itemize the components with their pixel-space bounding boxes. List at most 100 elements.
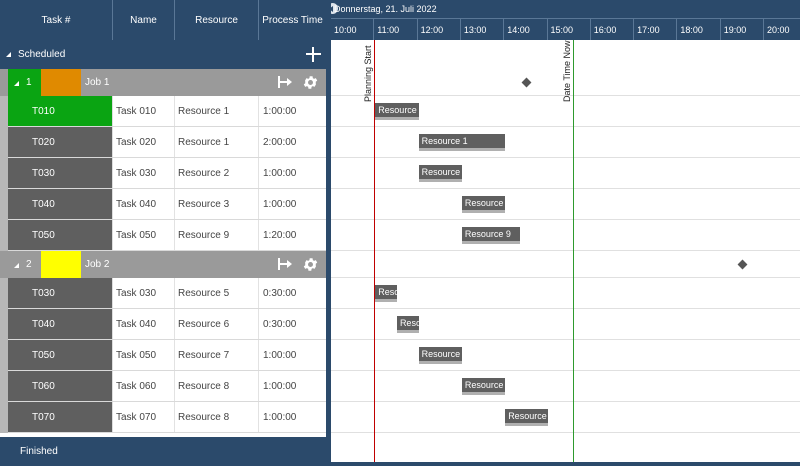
date-time-now-label: Date Time Now (562, 40, 572, 102)
gantt-row-line (331, 157, 800, 158)
task-id-cell[interactable]: T010 (8, 96, 113, 126)
task-id-cell[interactable]: T050 (8, 220, 113, 250)
task-id: T050 (32, 230, 55, 241)
task-resource: Resource 6 (178, 319, 230, 330)
task-bar[interactable]: Resource 5 (375, 285, 397, 302)
column-header-task[interactable]: Task # (0, 0, 113, 40)
job-number-cell: 1 (8, 69, 41, 96)
arrow-right-to-bar-icon[interactable] (277, 257, 293, 271)
hour-label: 12:00 (420, 25, 444, 35)
task-resource: Resource 5 (178, 288, 230, 299)
task-id-cell[interactable]: T070 (8, 402, 113, 432)
gear-icon[interactable] (302, 74, 319, 91)
task-row[interactable]: T040 Task 040 Resource 6 0:30:00 (8, 309, 326, 340)
task-row[interactable]: T050 Task 050 Resource 9 1:20:00 (8, 220, 326, 251)
task-id-cell[interactable]: T030 (8, 278, 113, 308)
task-id-cell[interactable]: T060 (8, 371, 113, 401)
cell-separator (174, 371, 175, 401)
task-bar[interactable]: Resource 8 (461, 378, 506, 395)
task-row[interactable]: T070 Task 070 Resource 8 1:00:00 (8, 402, 326, 433)
job-milestone-diamond[interactable] (521, 77, 532, 88)
task-row[interactable]: T060 Task 060 Resource 8 1:00:00 (8, 371, 326, 402)
task-resource: Resource 2 (178, 168, 230, 179)
task-bar[interactable]: Resource 1 (375, 103, 419, 120)
task-name: Task 020 (116, 137, 157, 148)
task-id-cell[interactable]: T030 (8, 158, 113, 188)
gantt-date-label: Donnerstag, 21. Juli 2022 (334, 4, 437, 14)
task-row[interactable]: T030 Task 030 Resource 2 1:00:00 (8, 158, 326, 189)
cell-separator (174, 309, 175, 339)
column-header-name[interactable]: Name (113, 0, 175, 40)
job-row[interactable]: 1 Job 1 (0, 69, 326, 96)
task-process-time: 1:00:00 (263, 168, 297, 179)
task-id: T070 (32, 412, 55, 423)
gantt-row-line (331, 370, 800, 371)
gantt-timeline-header: Donnerstag, 21. Juli 2022 10:00 11:00 12:0… (331, 0, 800, 40)
task-id: T040 (32, 199, 55, 210)
date-time-now-line[interactable] (572, 40, 574, 466)
hour-tick: 16:00 (589, 19, 616, 40)
task-bar[interactable]: Resource 3 (461, 196, 506, 213)
task-name: Task 010 (116, 106, 157, 117)
task-row[interactable]: T050 Task 050 Resource 7 1:00:00 (8, 340, 326, 371)
task-id: T010 (32, 106, 55, 117)
expand-triangle-icon[interactable] (6, 52, 11, 57)
task-bar[interactable]: Resource 2 (418, 165, 462, 182)
task-name: Task 060 (116, 381, 157, 392)
task-resource: Resource 1 (178, 106, 230, 117)
gantt-row-line (331, 401, 800, 402)
job-color-swatch (41, 251, 81, 278)
task-name: Task 050 (116, 350, 157, 361)
task-id-cell[interactable]: T050 (8, 340, 113, 370)
task-id-cell[interactable]: T040 (8, 309, 113, 339)
finished-group-header[interactable]: Finished (0, 437, 326, 466)
column-header-resource[interactable]: Resource (175, 0, 259, 40)
expand-triangle-icon[interactable] (14, 263, 19, 268)
scheduled-group-header[interactable]: Scheduled (0, 40, 326, 69)
task-bar[interactable]: Resource 6 (396, 316, 419, 333)
cell-separator (258, 220, 259, 250)
cell-separator (174, 158, 175, 188)
task-bar[interactable]: Resource 7 (418, 347, 462, 364)
task-resource: Resource 8 (178, 412, 230, 423)
task-id: T030 (32, 168, 55, 179)
hour-label: 19:00 (723, 25, 747, 35)
task-row[interactable]: T040 Task 040 Resource 3 1:00:00 (8, 189, 326, 220)
task-process-time: 0:30:00 (263, 288, 297, 299)
task-id: T040 (32, 319, 55, 330)
task-id-cell[interactable]: T040 (8, 189, 113, 219)
task-bar[interactable]: Resource 1 (418, 134, 506, 151)
task-process-time: 1:20:00 (263, 230, 297, 241)
arrow-right-to-bar-icon[interactable] (277, 75, 293, 89)
cell-separator (258, 127, 259, 157)
job-row[interactable]: 2 Job 2 (0, 251, 326, 278)
job-milestone-diamond[interactable] (737, 259, 748, 270)
task-resource: Resource 8 (178, 381, 230, 392)
gear-icon[interactable] (302, 256, 319, 273)
task-bar[interactable]: Resource 9 (461, 227, 520, 244)
planning-start-line[interactable] (374, 40, 376, 466)
task-row[interactable]: T030 Task 030 Resource 5 0:30:00 (8, 278, 326, 309)
task-process-time: 1:00:00 (263, 381, 297, 392)
task-resource: Resource 1 (178, 137, 230, 148)
gantt-row-line (331, 126, 800, 127)
column-header-name-label: Name (130, 14, 157, 26)
cell-separator (258, 402, 259, 432)
hour-tick: 13:00 (459, 19, 486, 40)
task-resource: Resource 7 (178, 350, 230, 361)
task-row[interactable]: T010 Task 010 Resource 1 1:00:00 (8, 96, 326, 127)
expand-triangle-icon[interactable] (14, 81, 19, 86)
cell-separator (258, 309, 259, 339)
hour-tick: 18:00 (676, 19, 703, 40)
cell-separator (258, 340, 259, 370)
cell-separator (258, 158, 259, 188)
job-group-strip (0, 278, 8, 433)
task-row[interactable]: T020 Task 020 Resource 1 2:00:00 (8, 127, 326, 158)
task-id-cell[interactable]: T020 (8, 127, 113, 157)
task-bar[interactable]: Resource 8 (505, 409, 549, 426)
job-name: Job 2 (85, 259, 110, 270)
add-icon[interactable] (300, 41, 326, 67)
task-process-time: 0:30:00 (263, 319, 297, 330)
column-header-process-time[interactable]: Process Time (259, 0, 326, 40)
task-name: Task 040 (116, 319, 157, 330)
